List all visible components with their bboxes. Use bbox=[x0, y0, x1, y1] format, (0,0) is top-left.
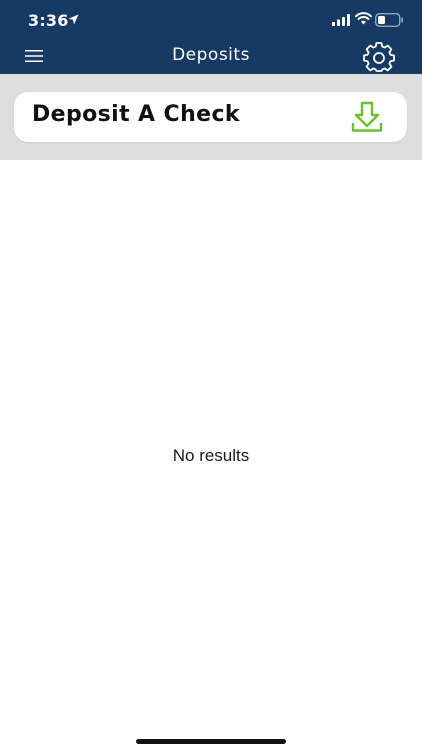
status-bar: 3:36 bbox=[0, 0, 422, 40]
download-icon bbox=[351, 101, 383, 132]
status-time: 3:36 bbox=[28, 11, 69, 30]
page-title: Deposits bbox=[172, 45, 250, 65]
empty-state-message: No results bbox=[172, 446, 250, 465]
battery-icon bbox=[375, 13, 403, 27]
location-arrow-icon bbox=[68, 14, 79, 25]
home-indicator bbox=[136, 739, 286, 744]
gear-icon[interactable] bbox=[363, 41, 395, 73]
wifi-icon bbox=[355, 12, 372, 25]
cellular-signal-icon bbox=[332, 14, 350, 26]
deposit-check-label: Deposit A Check bbox=[32, 102, 240, 127]
deposits-list[interactable]: No results bbox=[0, 160, 422, 750]
nav-bar: Deposits bbox=[0, 40, 422, 74]
deposit-check-button[interactable]: Deposit A Check bbox=[14, 92, 407, 142]
